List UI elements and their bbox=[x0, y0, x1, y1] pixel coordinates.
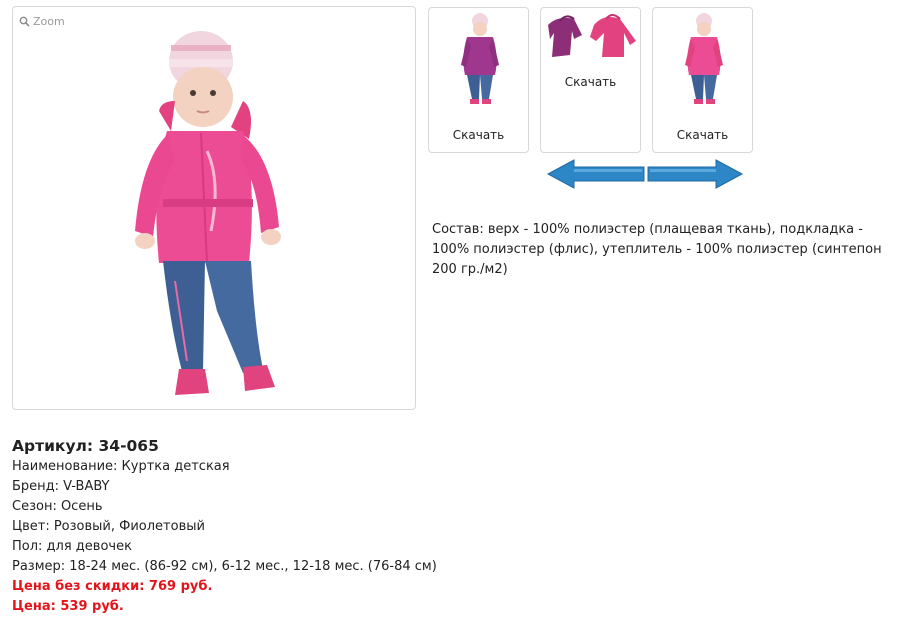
two-jackets-photo bbox=[548, 14, 636, 57]
main-product-image[interactable]: Zoom bbox=[12, 6, 416, 410]
product-name: Наименование: Куртка детская bbox=[12, 459, 230, 474]
thumbnail-3[interactable]: Скачать bbox=[652, 7, 753, 153]
composition-text: Состав: верх - 100% полиэстер (плащевая … bbox=[432, 222, 882, 277]
price: Цена: 539 руб. bbox=[12, 599, 124, 614]
zoom-control[interactable]: Zoom bbox=[19, 15, 65, 28]
download-link[interactable]: Скачать bbox=[541, 75, 640, 89]
price-without-discount: Цена без скидки: 769 руб. bbox=[12, 579, 213, 594]
thumbnail-1[interactable]: Скачать bbox=[428, 7, 529, 153]
search-icon bbox=[19, 16, 30, 27]
product-sku: Артикул: 34-065 bbox=[12, 437, 159, 455]
child-purple-jacket-photo bbox=[461, 13, 499, 104]
download-link[interactable]: Скачать bbox=[429, 128, 528, 142]
product-size: Размер: 18-24 мес. (86-92 см), 6-12 мес.… bbox=[12, 559, 437, 574]
child-pink-jacket-photo bbox=[685, 13, 723, 104]
zoom-label: Zoom bbox=[33, 15, 65, 28]
child-in-pink-jacket-photo bbox=[135, 31, 281, 395]
download-link[interactable]: Скачать bbox=[653, 128, 752, 142]
left-right-arrows-icon[interactable] bbox=[546, 158, 744, 190]
product-info: Артикул: 34-065 Наименование: Куртка дет… bbox=[12, 436, 437, 617]
arrow-right-icon[interactable] bbox=[647, 159, 744, 189]
thumbnail-2[interactable]: Скачать bbox=[540, 7, 641, 153]
product-color: Цвет: Розовый, Фиолетовый bbox=[12, 519, 205, 534]
product-brand: Бренд: V-BABY bbox=[12, 479, 110, 494]
arrow-left-icon[interactable] bbox=[546, 159, 645, 189]
product-season: Сезон: Осень bbox=[12, 499, 103, 514]
product-gender: Пол: для девочек bbox=[12, 539, 132, 554]
